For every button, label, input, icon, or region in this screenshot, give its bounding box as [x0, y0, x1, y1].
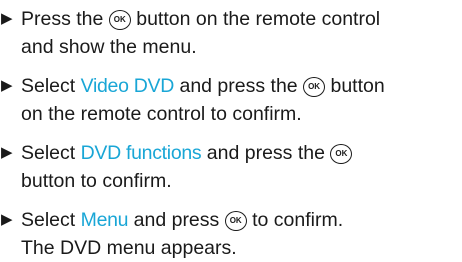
step-4-text-c: to confirm.: [252, 209, 344, 231]
step-3-line-1: Select DVD functions and press the OK: [21, 139, 353, 167]
step-1-line-2: and show the menu.: [21, 36, 197, 58]
step-3-text-b: and press the: [206, 142, 325, 164]
step-4-line-1: Select Menu and press OK to confirm.: [21, 206, 343, 234]
step-1-text-a: Press the: [21, 8, 104, 30]
step-4-text-b: and press: [133, 209, 220, 231]
step-4-text-a: Select: [21, 209, 76, 231]
ok-button-icon: OK: [108, 10, 131, 30]
step-3-text-a: Select: [21, 142, 76, 164]
menu-term-video-dvd: Video DVD: [80, 75, 175, 97]
bullet-arrow-icon: ▶: [1, 211, 13, 228]
step-2-text-a: Select: [21, 75, 76, 97]
step-2-line-1: Select Video DVD and press the OK button: [21, 72, 385, 100]
step-2-text-c: button: [330, 75, 385, 97]
ok-button-icon: OK: [224, 211, 247, 231]
menu-term-menu: Menu: [80, 209, 129, 231]
ok-button-icon: OK: [330, 144, 353, 164]
ok-button-icon: OK: [303, 77, 326, 97]
step-2-line-2: on the remote control to confirm.: [21, 103, 302, 125]
step-2-text-b: and press the: [179, 75, 298, 97]
menu-term-dvd-functions: DVD functions: [80, 142, 202, 164]
bullet-arrow-icon: ▶: [1, 77, 13, 94]
bullet-arrow-icon: ▶: [1, 144, 13, 161]
step-1-text-b: button on the remote control: [136, 8, 381, 30]
step-4-line-2: The DVD menu appears.: [21, 237, 237, 259]
bullet-arrow-icon: ▶: [1, 10, 13, 27]
step-3-line-2: button to confirm.: [21, 170, 172, 192]
step-1-line-1: Press the OK button on the remote contro…: [21, 5, 380, 33]
